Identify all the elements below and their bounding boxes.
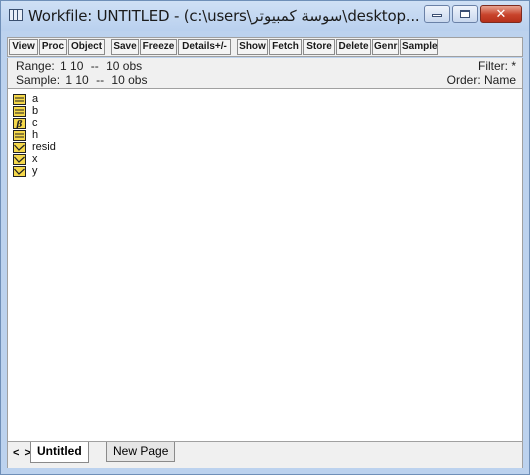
page-tab-bar: < > Untitled New Page [7, 442, 523, 468]
sample-label: Sample: [16, 73, 61, 87]
object-name: b [32, 105, 39, 117]
object-name: y [32, 165, 38, 177]
list-item[interactable]: b [13, 105, 38, 117]
sample-obs: 10 obs [111, 73, 148, 87]
title-bar[interactable]: Workfile: UNTITLED - (c:\users\سوسة كمبي… [1, 1, 529, 31]
details-button[interactable]: Details+/- [178, 39, 231, 55]
sample-line[interactable]: Sample: 1 10 -- 10 obs [16, 73, 147, 87]
range-value: 1 10 [60, 59, 84, 73]
beta-icon: β [13, 117, 26, 129]
range-obs: 10 obs [106, 59, 143, 73]
save-button[interactable]: Save [111, 39, 139, 55]
object-name: x [32, 153, 38, 165]
minimize-button[interactable] [424, 5, 450, 23]
range-separator: -- [90, 59, 99, 73]
object-name: h [32, 129, 39, 141]
order-text[interactable]: Order: Name [447, 73, 516, 87]
maximize-button[interactable] [452, 5, 478, 23]
range-line[interactable]: Range: 1 10 -- 10 obs [16, 59, 142, 73]
workfile-info: Range: 1 10 -- 10 obs Filter: * Sample: … [7, 58, 523, 88]
view-button[interactable]: View [9, 39, 38, 55]
coef-icon [13, 129, 26, 141]
window-title: Workfile: UNTITLED - (c:\users\سوسة كمبي… [28, 7, 420, 25]
close-icon: ✕ [495, 6, 507, 22]
range-label: Range: [16, 59, 55, 73]
series-icon [13, 141, 26, 153]
list-item[interactable]: h [13, 129, 38, 141]
show-button[interactable]: Show [237, 39, 268, 55]
toolbar: View Proc Object Save Freeze Details+/- … [7, 37, 523, 57]
filter-text[interactable]: Filter: * [478, 59, 516, 73]
freeze-button[interactable]: Freeze [140, 39, 177, 55]
tab-untitled[interactable]: Untitled [30, 442, 89, 463]
list-item[interactable]: β c [13, 117, 38, 129]
sample-value: 1 10 [65, 73, 89, 87]
sample-button[interactable]: Sample [400, 39, 438, 55]
series-icon [13, 153, 26, 165]
coef-icon [13, 105, 26, 117]
sample-separator: -- [96, 73, 105, 87]
store-button[interactable]: Store [303, 39, 335, 55]
object-name: a [32, 93, 39, 105]
list-item[interactable]: resid [13, 141, 56, 153]
list-item[interactable]: x [13, 153, 38, 165]
delete-button[interactable]: Delete [336, 39, 371, 55]
object-name: c [32, 117, 38, 129]
object-name: resid [32, 141, 56, 153]
tab-new-page[interactable]: New Page [106, 442, 176, 462]
object-list[interactable]: a b β c h resid x y [7, 88, 523, 442]
close-button[interactable]: ✕ [480, 5, 522, 23]
minimize-icon [432, 14, 442, 17]
fetch-button[interactable]: Fetch [269, 39, 302, 55]
list-item[interactable]: y [13, 165, 38, 177]
workfile-window: Workfile: UNTITLED - (c:\users\سوسة كمبي… [0, 0, 530, 475]
list-item[interactable]: a [13, 93, 38, 105]
svg-text:β: β [16, 120, 23, 129]
coef-icon [13, 93, 26, 105]
genr-button[interactable]: Genr [372, 39, 399, 55]
object-button[interactable]: Object [68, 39, 105, 55]
workfile-icon [9, 9, 23, 21]
window-controls: ✕ [424, 5, 522, 23]
proc-button[interactable]: Proc [39, 39, 67, 55]
series-icon [13, 165, 26, 177]
maximize-icon [460, 10, 470, 18]
